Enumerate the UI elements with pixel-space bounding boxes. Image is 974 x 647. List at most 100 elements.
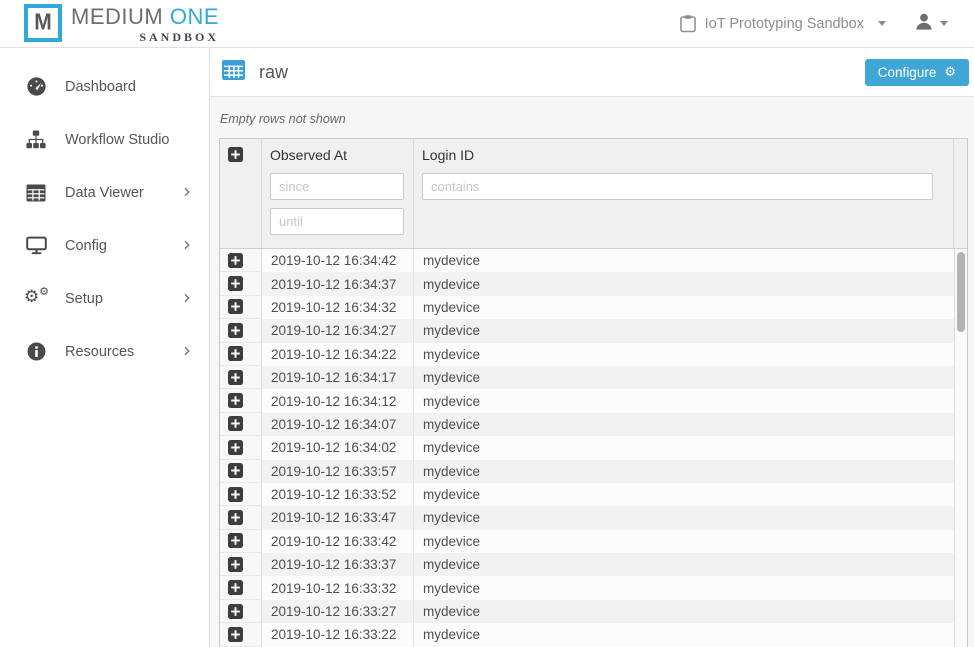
header-login-id: Login ID xyxy=(414,139,954,248)
table-row: 2019-10-12 16:34:02 mydevice xyxy=(220,436,967,459)
sidebar-item-config[interactable]: Config › xyxy=(0,219,209,272)
table-row: 2019-10-12 16:33:37 mydevice xyxy=(220,553,967,576)
row-expand-cell xyxy=(220,483,262,506)
login-id-cell: mydevice xyxy=(414,436,954,459)
sidebar-item-data-viewer[interactable]: Data Viewer › xyxy=(0,166,209,219)
row-expand-cell xyxy=(220,413,262,436)
scrollbar-thumb[interactable] xyxy=(957,252,965,332)
user-icon xyxy=(916,13,932,35)
data-table: Observed At Login ID xyxy=(219,138,968,647)
row-expand-cell xyxy=(220,389,262,412)
login-id-cell: mydevice xyxy=(414,249,954,272)
main-content: raw Configure ⚙ Empty rows not shown xyxy=(210,48,974,647)
login-id-cell: mydevice xyxy=(414,600,954,623)
sidebar-item-resources[interactable]: Resources › xyxy=(0,325,209,378)
expand-row-button[interactable] xyxy=(228,323,243,338)
login-id-cell: mydevice xyxy=(414,483,954,506)
expand-row-button[interactable] xyxy=(228,253,243,268)
observed-at-cell: 2019-10-12 16:34:02 xyxy=(262,436,414,459)
expand-row-button[interactable] xyxy=(228,533,243,548)
table-row: 2019-10-12 16:33:27 mydevice xyxy=(220,600,967,623)
row-expand-cell xyxy=(220,272,262,295)
contains-filter-input[interactable] xyxy=(422,173,933,200)
observed-at-cell: 2019-10-12 16:34:42 xyxy=(262,249,414,272)
chevron-right-icon: › xyxy=(183,181,191,201)
observed-at-cell: 2019-10-12 16:34:37 xyxy=(262,272,414,295)
expand-row-button[interactable] xyxy=(228,370,243,385)
login-id-cell: mydevice xyxy=(414,530,954,553)
table-row: 2019-10-12 16:33:57 mydevice xyxy=(220,460,967,483)
brand-name-accent: ONE xyxy=(170,4,219,29)
sidebar-item-label: Setup xyxy=(65,291,103,307)
until-filter-input[interactable] xyxy=(270,208,404,235)
expand-row-button[interactable] xyxy=(228,580,243,595)
observed-at-cell: 2019-10-12 16:34:17 xyxy=(262,366,414,389)
sidebar-item-label: Workflow Studio xyxy=(65,132,170,148)
table-row: 2019-10-12 16:33:32 mydevice xyxy=(220,576,967,599)
observed-at-cell: 2019-10-12 16:34:27 xyxy=(262,319,414,342)
expand-row-button[interactable] xyxy=(228,463,243,478)
chevron-down-icon xyxy=(940,21,948,26)
expand-row-button[interactable] xyxy=(228,299,243,314)
chevron-right-icon: › xyxy=(183,340,191,360)
header-observed-at: Observed At xyxy=(262,139,414,248)
expand-row-button[interactable] xyxy=(228,440,243,455)
observed-at-cell: 2019-10-12 16:33:57 xyxy=(262,460,414,483)
login-id-cell: mydevice xyxy=(414,413,954,436)
sidebar-item-label: Data Viewer xyxy=(65,185,144,201)
observed-at-cell: 2019-10-12 16:33:47 xyxy=(262,506,414,529)
table-scrollbar[interactable] xyxy=(954,249,967,647)
login-id-cell: mydevice xyxy=(414,576,954,599)
topbar-right: IoT Prototyping Sandbox xyxy=(680,13,948,35)
expand-row-button[interactable] xyxy=(228,510,243,525)
expand-row-button[interactable] xyxy=(228,346,243,361)
observed-at-cell: 2019-10-12 16:34:32 xyxy=(262,296,414,319)
table-row: 2019-10-12 16:34:42 mydevice xyxy=(220,249,967,272)
brand-logo-letter: M xyxy=(34,11,52,34)
login-id-cell: mydevice xyxy=(414,272,954,295)
project-selector-label: IoT Prototyping Sandbox xyxy=(705,16,864,32)
observed-at-cell: 2019-10-12 16:33:32 xyxy=(262,576,414,599)
configure-button-label: Configure xyxy=(878,65,937,80)
since-filter-input[interactable] xyxy=(270,173,404,200)
row-expand-cell xyxy=(220,530,262,553)
expand-row-button[interactable] xyxy=(228,416,243,431)
row-expand-cell xyxy=(220,366,262,389)
observed-at-cell: 2019-10-12 16:33:27 xyxy=(262,600,414,623)
login-id-cell: mydevice xyxy=(414,296,954,319)
expand-row-button[interactable] xyxy=(228,627,243,642)
user-menu-dropdown[interactable] xyxy=(916,13,948,35)
row-expand-cell xyxy=(220,343,262,366)
sidebar: Dashboard Workflow Studio xyxy=(0,48,210,647)
expand-row-button[interactable] xyxy=(228,557,243,572)
brand-logo[interactable]: M MEDIUM ONE SANDBOX xyxy=(24,3,219,45)
table-rows: 2019-10-12 16:34:42 mydevice 2019-10-12 … xyxy=(220,249,967,647)
chevron-down-icon xyxy=(878,21,886,26)
expand-all-button[interactable] xyxy=(228,147,243,162)
chevron-right-icon: › xyxy=(183,287,191,307)
row-expand-cell xyxy=(220,506,262,529)
monitor-icon xyxy=(24,236,48,255)
observed-at-cell: 2019-10-12 16:34:12 xyxy=(262,389,414,412)
row-expand-cell xyxy=(220,576,262,599)
sidebar-item-setup[interactable]: ⚙⚙ Setup › xyxy=(0,272,209,325)
login-id-cell: mydevice xyxy=(414,506,954,529)
expand-row-button[interactable] xyxy=(228,604,243,619)
row-expand-cell xyxy=(220,249,262,272)
sidebar-item-label: Resources xyxy=(65,344,134,360)
login-id-cell: mydevice xyxy=(414,460,954,483)
table-body: 2019-10-12 16:34:42 mydevice 2019-10-12 … xyxy=(220,249,967,647)
observed-at-cell: 2019-10-12 16:33:52 xyxy=(262,483,414,506)
observed-at-cell: 2019-10-12 16:33:37 xyxy=(262,553,414,576)
sidebar-item-dashboard[interactable]: Dashboard xyxy=(0,60,209,113)
expand-row-button[interactable] xyxy=(228,393,243,408)
login-id-cell: mydevice xyxy=(414,366,954,389)
sidebar-item-workflow-studio[interactable]: Workflow Studio xyxy=(0,113,209,166)
project-selector-dropdown[interactable]: IoT Prototyping Sandbox xyxy=(680,14,886,33)
configure-button[interactable]: Configure ⚙ xyxy=(865,59,969,86)
expand-row-button[interactable] xyxy=(228,487,243,502)
clipboard-icon xyxy=(680,14,696,33)
workflow-icon xyxy=(24,130,48,150)
expand-row-button[interactable] xyxy=(228,276,243,291)
table-row: 2019-10-12 16:34:22 mydevice xyxy=(220,343,967,366)
